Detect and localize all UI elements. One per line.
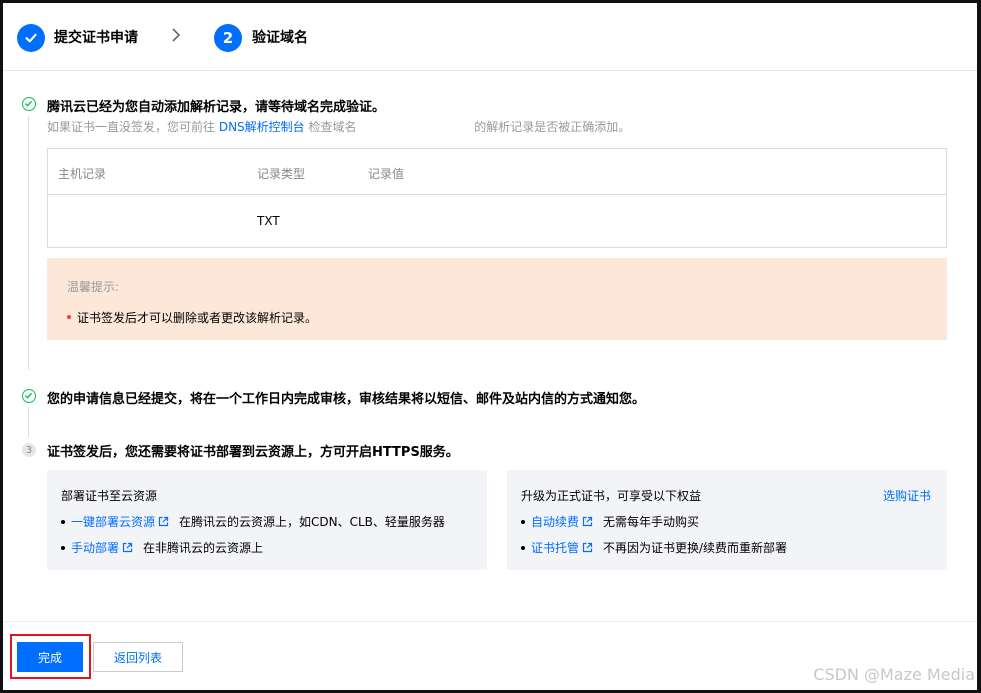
bullet-icon: [67, 314, 71, 319]
bullet-icon: [521, 545, 525, 550]
column-type: 记录类型: [257, 167, 306, 181]
bullet-icon: [61, 545, 65, 550]
back-to-list-button[interactable]: 返回列表: [93, 642, 183, 672]
watermark: CSDN @Maze Media: [813, 665, 975, 684]
deploy-card-title: 部署证书至云资源: [61, 489, 158, 503]
item-desc: 不再因为证书更换/续费而重新部署: [603, 541, 788, 555]
manual-deploy-link[interactable]: 手动部署: [71, 539, 119, 556]
subtitle-suffix: 的解析记录是否被正确添加。: [474, 120, 631, 134]
external-link-icon[interactable]: [582, 542, 593, 553]
table-header: 主机记录 记录类型 记录值: [48, 149, 946, 195]
timeline-line: [28, 407, 29, 437]
upgrade-card: 升级为正式证书，可享受以下权益 选购证书 自动续费 无需每年手动购买 证书托管 …: [507, 470, 947, 570]
item-desc: 在非腾讯云的云资源上: [143, 541, 264, 555]
bullet-icon: [61, 519, 65, 524]
step-3-number: 3: [22, 443, 36, 457]
auto-renew-link[interactable]: 自动续费: [531, 513, 579, 530]
tip-title: 温馨提示:: [67, 280, 120, 294]
list-item: 自动续费 无需每年手动购买: [521, 513, 699, 530]
step-2-number: 2: [214, 24, 242, 52]
chevron-right-icon: [172, 28, 181, 42]
column-value: 记录值: [368, 167, 405, 181]
list-item: 一键部署云资源 在腾讯云的云资源上，如CDN、CLB、轻量服务器: [61, 513, 445, 530]
item-desc: 在腾讯云的云资源上，如CDN、CLB、轻量服务器: [179, 515, 445, 529]
list-item: 手动部署 在非腾讯云的云资源上: [61, 539, 263, 556]
step-1-label: 提交证书申请: [54, 30, 138, 46]
buy-certificate-link[interactable]: 选购证书: [883, 487, 931, 504]
bullet-icon: [521, 519, 525, 524]
external-link-icon[interactable]: [122, 542, 133, 553]
footer-divider: [3, 621, 977, 622]
done-button[interactable]: 完成: [17, 642, 83, 672]
timeline-line: [28, 116, 29, 370]
deploy-card: 部署证书至云资源 一键部署云资源 在腾讯云的云资源上，如CDN、CLB、轻量服务…: [47, 470, 487, 570]
tip-item: 证书签发后才可以删除或者更改该解析记录。: [67, 309, 317, 326]
item-desc: 无需每年手动购买: [603, 515, 700, 529]
external-link-icon[interactable]: [158, 516, 169, 527]
tip-box: 温馨提示: 证书签发后才可以删除或者更改该解析记录。: [47, 258, 947, 340]
success-check-icon: [22, 389, 36, 403]
cell-type: TXT: [257, 214, 280, 228]
success-check-icon: [22, 97, 36, 111]
cert-hosting-link[interactable]: 证书托管: [531, 539, 579, 556]
one-click-deploy-link[interactable]: 一键部署云资源: [71, 513, 155, 530]
step-2-label: 验证域名: [252, 30, 308, 46]
section-2-title: 您的申请信息已经提交，将在一个工作日内完成审核，审核结果将以短信、邮件及站内信的…: [47, 392, 646, 407]
section-3-title: 证书签发后，您还需要将证书部署到云资源上，方可开启HTTPS服务。: [47, 445, 459, 460]
external-link-icon[interactable]: [582, 516, 593, 527]
upgrade-card-title: 升级为正式证书，可享受以下权益: [521, 489, 702, 503]
step-done-check-icon: [17, 24, 45, 52]
dns-console-link[interactable]: DNS解析控制台: [219, 120, 305, 134]
list-item: 证书托管 不再因为证书更换/续费而重新部署: [521, 539, 787, 556]
subtitle-middle: 检查域名: [308, 120, 357, 134]
column-host: 主机记录: [58, 167, 107, 181]
dns-record-table: 主机记录 记录类型 记录值 TXT: [47, 148, 947, 248]
tip-item-text: 证书签发后才可以删除或者更改该解析记录。: [77, 311, 318, 325]
section-1-title: 腾讯云已经为您自动添加解析记录，请等待域名完成验证。: [47, 100, 386, 115]
section-1-subtitle: 如果证书一直没签发，您可前往 DNS解析控制台 检查域名 的解析记录是否被正确添…: [47, 118, 630, 135]
steps-header: [3, 3, 977, 71]
subtitle-prefix: 如果证书一直没签发，您可前往: [47, 120, 216, 134]
